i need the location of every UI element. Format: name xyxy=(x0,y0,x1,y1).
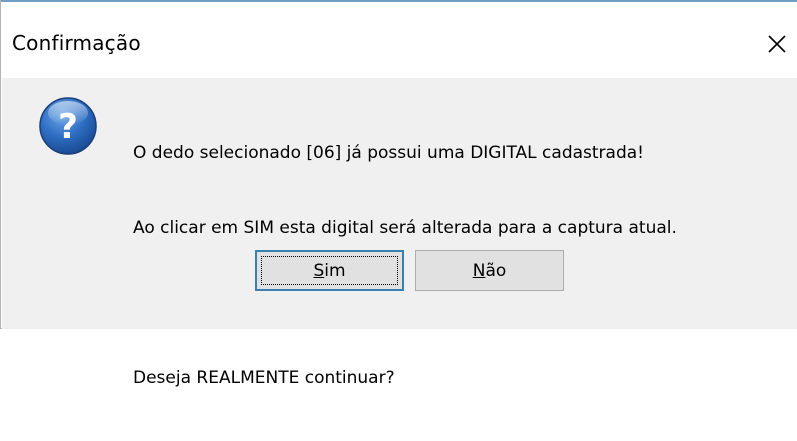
message-line-2: Ao clicar em SIM esta digital será alter… xyxy=(133,218,677,238)
dialog-body: ? O dedo selecionado [06] já possui uma … xyxy=(2,78,797,388)
message-text: O dedo selecionado [06] já possui uma DI… xyxy=(133,91,677,441)
title-bar[interactable]: Confirmação xyxy=(1,0,797,78)
no-button-label: Não xyxy=(473,261,507,281)
no-button[interactable]: Não xyxy=(415,250,564,291)
close-button[interactable] xyxy=(757,24,797,64)
question-glyph: ? xyxy=(58,107,78,147)
message-line-1: O dedo selecionado [06] já possui uma DI… xyxy=(133,143,644,163)
focus-ring xyxy=(261,256,398,285)
confirm-dialog: Confirmação ? O dedo selecionado [06] já… xyxy=(0,0,797,388)
no-mnemonic: N xyxy=(472,260,486,281)
no-label-rest: ão xyxy=(485,260,507,281)
close-icon xyxy=(768,35,786,53)
message-spacer xyxy=(133,291,677,316)
message-line-3: Deseja REALMENTE continuar? xyxy=(133,368,395,388)
yes-button[interactable]: Sim xyxy=(255,250,404,291)
question-icon: ? xyxy=(39,97,97,155)
window-title: Confirmação xyxy=(12,31,141,55)
